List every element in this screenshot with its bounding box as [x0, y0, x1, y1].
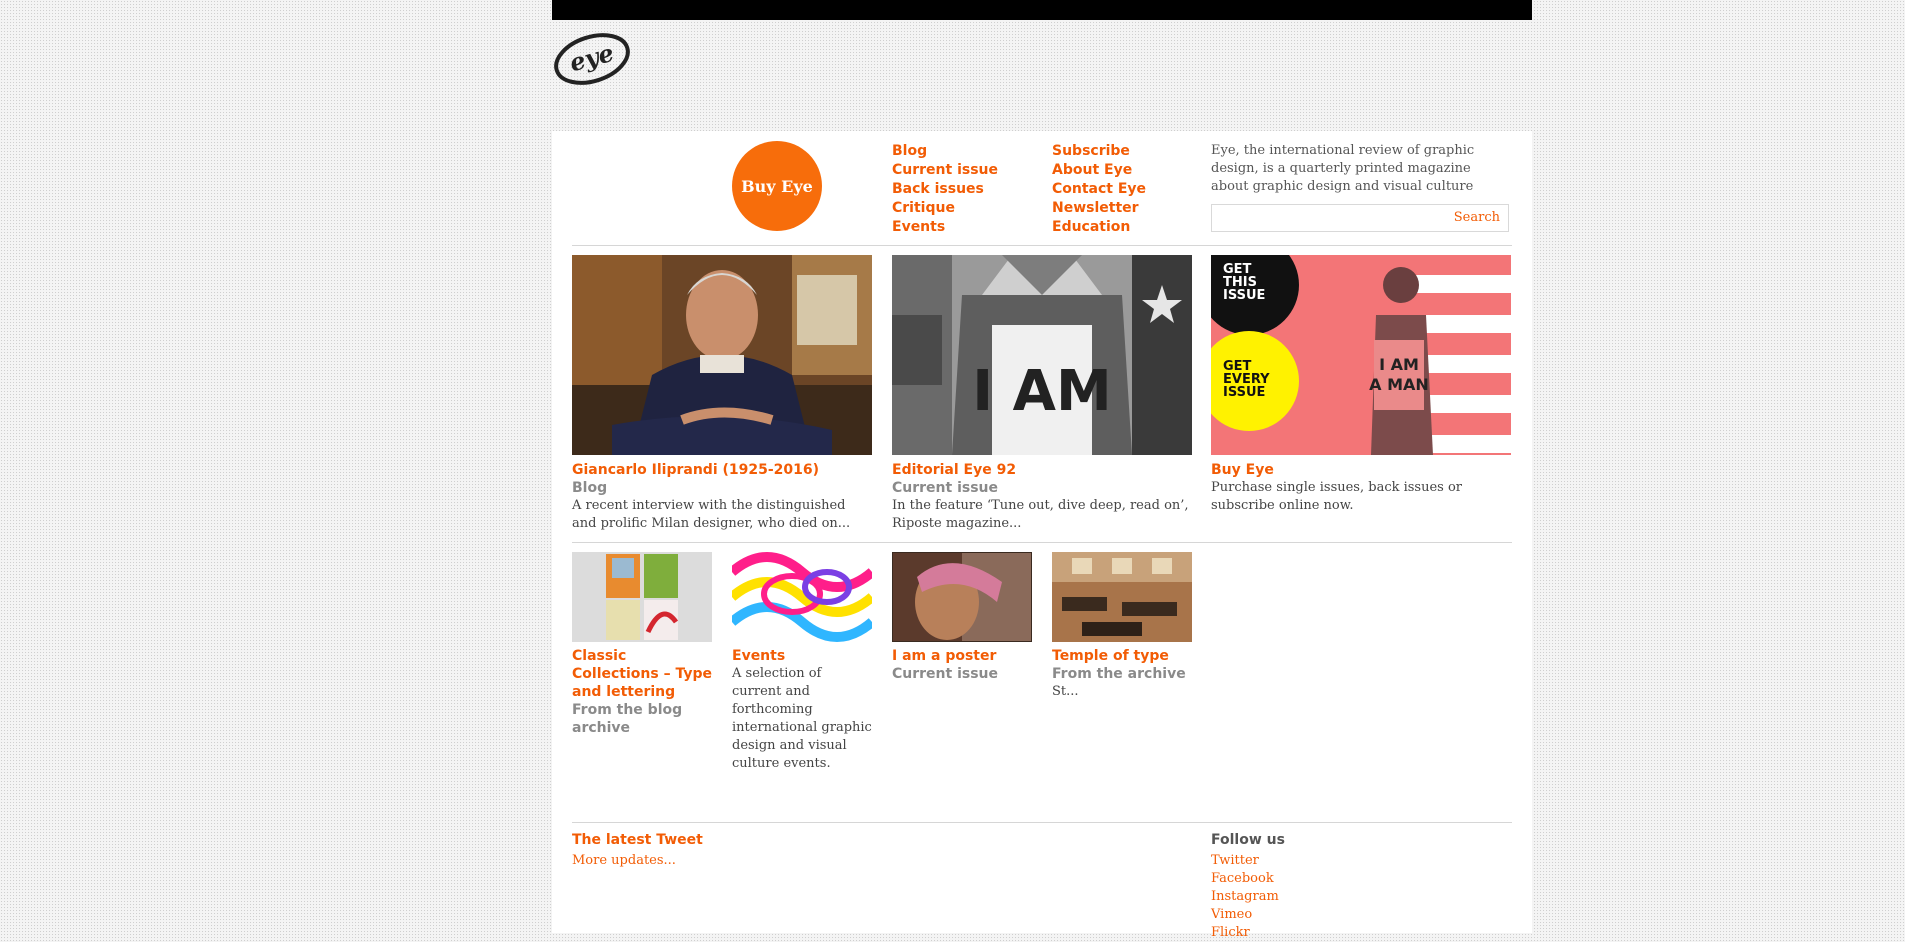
nav-contact-eye[interactable]: Contact Eye — [1052, 180, 1146, 199]
featured-title[interactable]: Buy Eye — [1211, 461, 1511, 479]
nav-about-eye[interactable]: About Eye — [1052, 161, 1146, 180]
vimeo-link[interactable]: Vimeo — [1211, 906, 1285, 924]
featured-card-buy-eye[interactable]: I AM A MAN GET THIS ISSUE GET EVERY ISSU… — [1211, 255, 1511, 515]
nav-education[interactable]: Education — [1052, 218, 1146, 237]
featured-card-editorial[interactable]: I AM Editorial Eye 92 Current issue In t… — [892, 255, 1192, 533]
secondary-title[interactable]: I am a poster — [892, 647, 1032, 665]
latest-tweet-heading[interactable]: The latest Tweet — [572, 832, 703, 848]
nav-column-primary: Blog Current issue Back issues Critique … — [892, 142, 998, 237]
secondary-section[interactable]: From the archive — [1052, 665, 1192, 683]
buy-eye-promo-image[interactable]: I AM A MAN GET THIS ISSUE GET EVERY ISSU… — [1211, 255, 1511, 455]
secondary-card-classic-collections[interactable]: Classic Collections – Type and lettering… — [572, 552, 712, 737]
nav-critique[interactable]: Critique — [892, 199, 998, 218]
secondary-title[interactable]: Classic Collections – Type and lettering — [572, 647, 712, 701]
page-wrapper: eye Buy Eye Blog Current issue Back issu… — [552, 0, 1532, 940]
nav-column-secondary: Subscribe About Eye Contact Eye Newslett… — [1052, 142, 1146, 237]
featured-description: In the feature ‘Tune out, dive deep, rea… — [892, 498, 1189, 531]
featured-title[interactable]: Giancarlo Iliprandi (1925-2016) — [572, 461, 872, 479]
i-am-a-man-photo[interactable]: I AM — [892, 255, 1192, 455]
secondary-description: St... — [1052, 684, 1079, 699]
nav-events[interactable]: Events — [892, 218, 998, 237]
secondary-title[interactable]: Events — [732, 647, 872, 665]
facebook-link[interactable]: Facebook — [1211, 870, 1285, 888]
twitter-link[interactable]: Twitter — [1211, 852, 1285, 870]
temple-of-type-image[interactable] — [1052, 552, 1192, 642]
nav-back-issues[interactable]: Back issues — [892, 180, 998, 199]
featured-description: A recent interview with the distinguishe… — [572, 498, 851, 531]
nav-current-issue[interactable]: Current issue — [892, 161, 998, 180]
site-intro: Eye, the international review of graphic… — [1211, 143, 1475, 194]
svg-text:I AM: I AM — [972, 359, 1111, 424]
secondary-card-events[interactable]: Events A selection of current and forthc… — [732, 552, 872, 773]
divider-top — [572, 245, 1512, 246]
instagram-link[interactable]: Instagram — [1211, 888, 1285, 906]
secondary-card-i-am-a-poster[interactable]: I am a poster Current issue — [892, 552, 1032, 683]
secondary-title[interactable]: Temple of type — [1052, 647, 1192, 665]
nav-newsletter[interactable]: Newsletter — [1052, 199, 1146, 218]
featured-section[interactable]: Current issue — [892, 479, 1192, 497]
follow-us-heading: Follow us — [1211, 832, 1285, 848]
featured-card-iliprandi[interactable]: Giancarlo Iliprandi (1925-2016) Blog A r… — [572, 255, 872, 533]
svg-text:I AM: I AM — [1379, 355, 1419, 374]
search-input[interactable] — [1212, 205, 1454, 231]
nav-subscribe[interactable]: Subscribe — [1052, 142, 1146, 161]
events-image[interactable] — [732, 552, 872, 642]
featured-section[interactable]: Blog — [572, 479, 872, 497]
featured-title[interactable]: Editorial Eye 92 — [892, 461, 1192, 479]
top-bar — [552, 0, 1532, 20]
divider-footer — [572, 822, 1512, 823]
portrait-photo[interactable] — [572, 255, 872, 455]
divider-middle — [572, 542, 1512, 543]
search-button[interactable]: Search — [1454, 210, 1500, 225]
secondary-card-temple-of-type[interactable]: Temple of type From the archive St... — [1052, 552, 1192, 701]
classic-collections-image[interactable] — [572, 552, 712, 642]
svg-text:A MAN: A MAN — [1369, 375, 1429, 394]
secondary-section[interactable]: From the blog archive — [572, 701, 712, 737]
follow-us-block: Follow us Twitter Facebook Instagram Vim… — [1211, 832, 1285, 942]
promo-get-every-issue: GET EVERY ISSUE — [1223, 359, 1270, 400]
search-box: Search — [1211, 204, 1509, 232]
more-updates-link[interactable]: More updates... — [572, 852, 703, 870]
eye-logo[interactable]: eye — [552, 28, 632, 88]
secondary-description: A selection of current and forthcoming i… — [732, 666, 872, 771]
promo-get-this-issue: GET THIS ISSUE — [1223, 262, 1266, 303]
content-sheet: Buy Eye Blog Current issue Back issues C… — [552, 131, 1532, 940]
nav-blog[interactable]: Blog — [892, 142, 998, 161]
secondary-section[interactable]: Current issue — [892, 665, 1032, 683]
latest-tweet-block: The latest Tweet More updates... — [572, 832, 703, 870]
flickr-link[interactable]: Flickr — [1211, 924, 1285, 942]
buy-eye-button[interactable]: Buy Eye — [732, 141, 822, 231]
i-am-a-poster-image[interactable] — [892, 552, 1032, 642]
featured-description: Purchase single issues, back issues or s… — [1211, 480, 1463, 513]
